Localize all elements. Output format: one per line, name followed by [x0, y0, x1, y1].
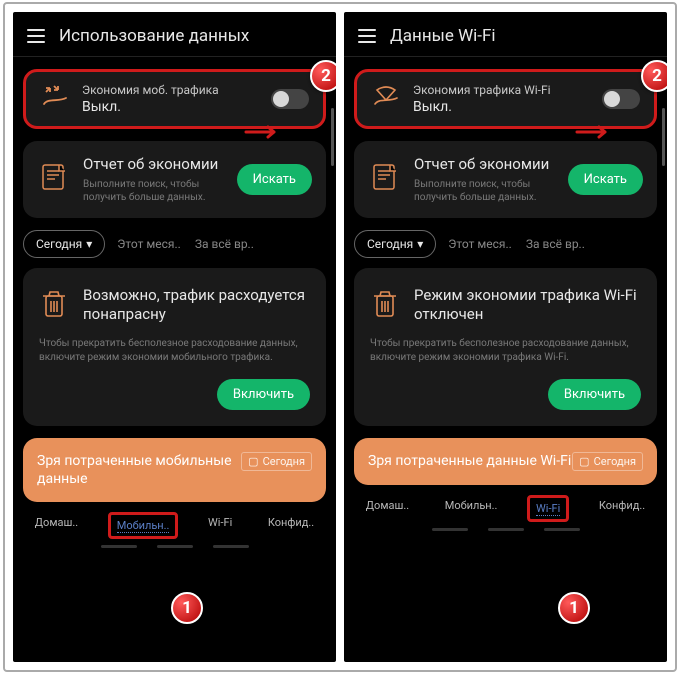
trash-icon [39, 286, 69, 325]
warning-card: Режим экономии трафика Wi-Fi отключен Чт… [354, 268, 657, 426]
wifi-saver-icon [371, 82, 401, 116]
nav-mobile[interactable]: Мобильн.. [108, 512, 179, 539]
pane-wifi-data: Данные Wi-Fi Экономия трафика Wi-Fi Выкл… [344, 12, 667, 662]
nav-wifi[interactable]: Wi-Fi [527, 495, 569, 522]
toggle-status: Выкл. [413, 99, 590, 115]
calendar-icon: ▢ [579, 455, 589, 468]
toggle-status: Выкл. [82, 99, 259, 115]
report-title: Отчет об экономии [414, 155, 556, 174]
annotation-arrow-2 [575, 124, 615, 140]
calendar-icon: ▢ [248, 455, 258, 468]
bottom-nav: Домаш.. Мобильн.. Wi-Fi Конфид.. [344, 485, 667, 522]
wasted-title: Зря потраченные данные Wi-Fi [368, 452, 571, 470]
scrollbar[interactable] [331, 108, 334, 166]
search-button[interactable]: Искать [237, 164, 312, 195]
page-title: Использование данных [59, 26, 249, 46]
toggle-switch[interactable] [271, 89, 309, 109]
wasted-data-card[interactable]: Зря потраченные мобильные данные ▢Сегодн… [23, 438, 326, 502]
data-saver-icon [40, 82, 70, 116]
warning-sub: Чтобы прекратить бесполезное расходовани… [370, 337, 641, 365]
bottom-nav: Домаш.. Мобильн.. Wi-Fi Конфид.. [13, 502, 336, 539]
nav-privacy[interactable]: Конфид.. [262, 512, 320, 533]
annotation-badge-1: 1 [558, 592, 590, 624]
warning-title: Режим экономии трафика Wi-Fi отключен [414, 286, 641, 325]
wasted-data-card[interactable]: Зря потраченные данные Wi-Fi ▢Сегодня [354, 438, 657, 485]
nav-mobile[interactable]: Мобильн.. [439, 495, 504, 516]
time-range-all[interactable]: За всё вр.. [193, 231, 256, 257]
search-button[interactable]: Искать [568, 164, 643, 195]
wasted-today-chip[interactable]: ▢Сегодня [572, 452, 643, 471]
chevron-down-icon: ▾ [417, 237, 423, 251]
toggle-title: Экономия моб. трафика [82, 83, 259, 97]
warning-sub: Чтобы прекратить бесполезное расходовани… [39, 337, 310, 365]
warning-title: Возможно, трафик расходуется понапрасну [83, 286, 310, 325]
savings-report-card: Отчет об экономии Выполните поиск, чтобы… [354, 141, 657, 218]
document-icon [368, 160, 402, 198]
time-range-month[interactable]: Этот меся.. [446, 231, 514, 257]
header: Использование данных [13, 12, 336, 56]
hamburger-icon[interactable] [27, 29, 45, 43]
report-title: Отчет об экономии [83, 155, 225, 174]
report-sub: Выполните поиск, чтобы получить больше д… [414, 178, 556, 204]
document-icon [37, 160, 71, 198]
trash-icon [370, 286, 400, 325]
time-range-month[interactable]: Этот меся.. [115, 231, 183, 257]
savings-report-card: Отчет об экономии Выполните поиск, чтобы… [23, 141, 326, 218]
wasted-title: Зря потраченные мобильные данные [37, 452, 241, 488]
nav-home[interactable]: Домаш.. [29, 512, 84, 533]
nav-privacy[interactable]: Конфид.. [593, 495, 651, 516]
annotation-arrow-2 [244, 124, 284, 140]
time-range-today-chip[interactable]: Сегодня▾ [23, 230, 105, 258]
nav-home[interactable]: Домаш.. [360, 495, 415, 516]
time-range-tabs: Сегодня▾ Этот меся.. За всё вр.. [13, 224, 336, 262]
toggle-title: Экономия трафика Wi-Fi [413, 83, 590, 97]
scrollbar[interactable] [662, 108, 665, 166]
data-saver-toggle-card[interactable]: Экономия моб. трафика Выкл. [23, 69, 326, 129]
pane-mobile-data: Использование данных Экономия моб. трафи… [13, 12, 336, 662]
enable-button[interactable]: Включить [217, 379, 310, 410]
report-sub: Выполните поиск, чтобы получить больше д… [83, 178, 225, 204]
warning-card: Возможно, трафик расходуется понапрасну … [23, 268, 326, 426]
chevron-down-icon: ▾ [86, 237, 92, 251]
annotation-badge-2: 2 [310, 60, 336, 92]
wifi-saver-toggle-card[interactable]: Экономия трафика Wi-Fi Выкл. [354, 69, 657, 129]
annotation-badge-2: 2 [641, 60, 667, 92]
enable-button[interactable]: Включить [548, 379, 641, 410]
page-title: Данные Wi-Fi [390, 26, 496, 46]
toggle-switch[interactable] [602, 89, 640, 109]
wasted-today-chip[interactable]: ▢Сегодня [241, 452, 312, 471]
time-range-all[interactable]: За всё вр.. [524, 231, 587, 257]
header: Данные Wi-Fi [344, 12, 667, 56]
time-range-today-chip[interactable]: Сегодня▾ [354, 230, 436, 258]
annotation-badge-1: 1 [171, 592, 203, 624]
time-range-tabs: Сегодня▾ Этот меся.. За всё вр.. [344, 224, 667, 262]
nav-wifi[interactable]: Wi-Fi [202, 512, 238, 533]
hamburger-icon[interactable] [358, 29, 376, 43]
